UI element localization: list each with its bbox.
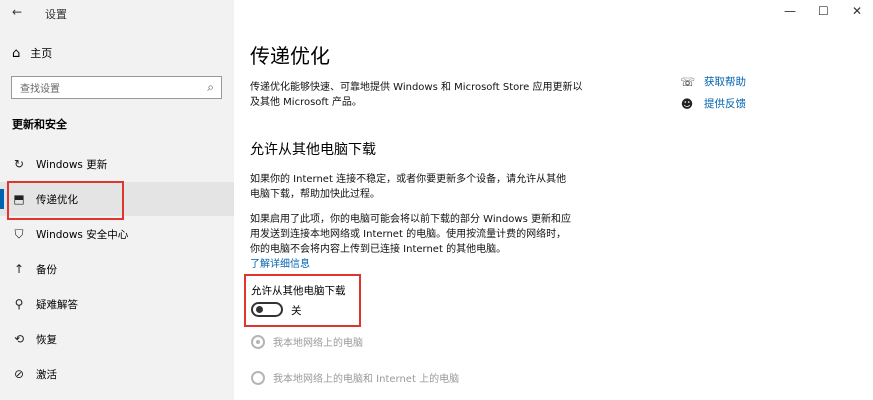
radio-circle[interactable] [251, 370, 265, 385]
radio-label: 我本地网络上的电脑 [273, 338, 363, 349]
search-box[interactable]: ⌕ [11, 76, 222, 100]
radio-local-network[interactable]: 我本地网络上的电脑 [251, 334, 363, 349]
radio-label: 我本地网络上的电脑和 Internet 上的电脑 [273, 374, 460, 385]
search-input[interactable] [12, 79, 192, 100]
section-subtitle: 允许从其他电脑下载 [250, 142, 376, 158]
feedback-link[interactable]: ☻ 提供反馈 [680, 96, 746, 111]
minimize-icon[interactable]: — [784, 4, 796, 18]
get-help-link[interactable]: ☏ 获取帮助 [680, 74, 746, 89]
sidebar-item-label: 备份 [36, 263, 57, 276]
sidebar-item-label: 传递优化 [36, 193, 78, 206]
sidebar-item-label: 疑难解答 [36, 298, 78, 311]
activation-icon: ⊘ [13, 367, 25, 381]
sidebar-item-delivery-optimization[interactable]: ⬒ 传递优化 [0, 182, 234, 216]
main-panel: — ☐ ✕ 传递优化 传递优化能够快速、可靠地提供 Windows 和 Micr… [234, 0, 873, 400]
close-icon[interactable]: ✕ [852, 4, 862, 18]
radio-circle[interactable] [251, 334, 265, 349]
sidebar-item-label: 激活 [36, 368, 57, 381]
sidebar: ← 设置 ⌂ 主页 ⌕ 更新和安全 ↻ Windows 更新 ⬒ 传递优化 ⛉ … [0, 0, 234, 400]
learn-more-link[interactable]: 了解详细信息 [250, 257, 590, 272]
allow-downloads-toggle[interactable] [251, 302, 283, 317]
page-title: 传递优化 [250, 44, 330, 68]
toggle-knob [256, 306, 263, 313]
delivery-icon: ⬒ [13, 192, 25, 206]
search-icon[interactable]: ⌕ [207, 80, 214, 95]
feedback-icon: ☻ [680, 96, 694, 111]
sidebar-item-label: 恢复 [36, 333, 57, 346]
home-icon: ⌂ [12, 45, 21, 61]
section-title: 更新和安全 [12, 118, 67, 131]
back-arrow-icon[interactable]: ← [12, 5, 22, 19]
toggle-state: 关 [291, 305, 302, 317]
sidebar-item-troubleshoot[interactable]: ⚲ 疑难解答 [0, 287, 234, 321]
radio-local-and-internet[interactable]: 我本地网络上的电脑和 Internet 上的电脑 [251, 370, 459, 385]
app-title: 设置 [45, 8, 67, 21]
wrench-icon: ⚲ [14, 297, 24, 311]
highlight-box [244, 274, 361, 327]
recovery-icon: ⟲ [13, 332, 25, 346]
maximize-icon[interactable]: ☐ [818, 4, 829, 18]
home-label: 主页 [30, 47, 53, 60]
sidebar-item-backup[interactable]: ↑ 备份 [0, 252, 234, 286]
sidebar-item-windows-update[interactable]: ↻ Windows 更新 [0, 147, 234, 181]
backup-icon: ↑ [13, 262, 25, 276]
description-text-1: 如果你的 Internet 连接不稳定，或者你要更新多个设备，请允许从其他 电脑… [250, 174, 567, 200]
sidebar-item-windows-security[interactable]: ⛉ Windows 安全中心 [0, 217, 234, 251]
intro-text: 传递优化能够快速、可靠地提供 Windows 和 Microsoft Store… [250, 82, 583, 108]
chat-help-icon: ☏ [680, 74, 696, 89]
description-text-2: 如果启用了此项，你的电脑可能会将以前下载的部分 Windows 更新和应 用发送… [250, 212, 590, 272]
shield-icon: ⛉ [14, 226, 24, 241]
sidebar-item-recovery[interactable]: ⟲ 恢复 [0, 322, 234, 356]
sidebar-item-label: Windows 安全中心 [36, 228, 129, 241]
refresh-icon: ↻ [13, 157, 25, 171]
sidebar-item-activation[interactable]: ⊘ 激活 [0, 357, 234, 391]
toggle-label: 允许从其他电脑下载 [251, 285, 346, 297]
sidebar-item-label: Windows 更新 [36, 158, 108, 171]
home-button[interactable]: ⌂ 主页 [12, 45, 52, 61]
